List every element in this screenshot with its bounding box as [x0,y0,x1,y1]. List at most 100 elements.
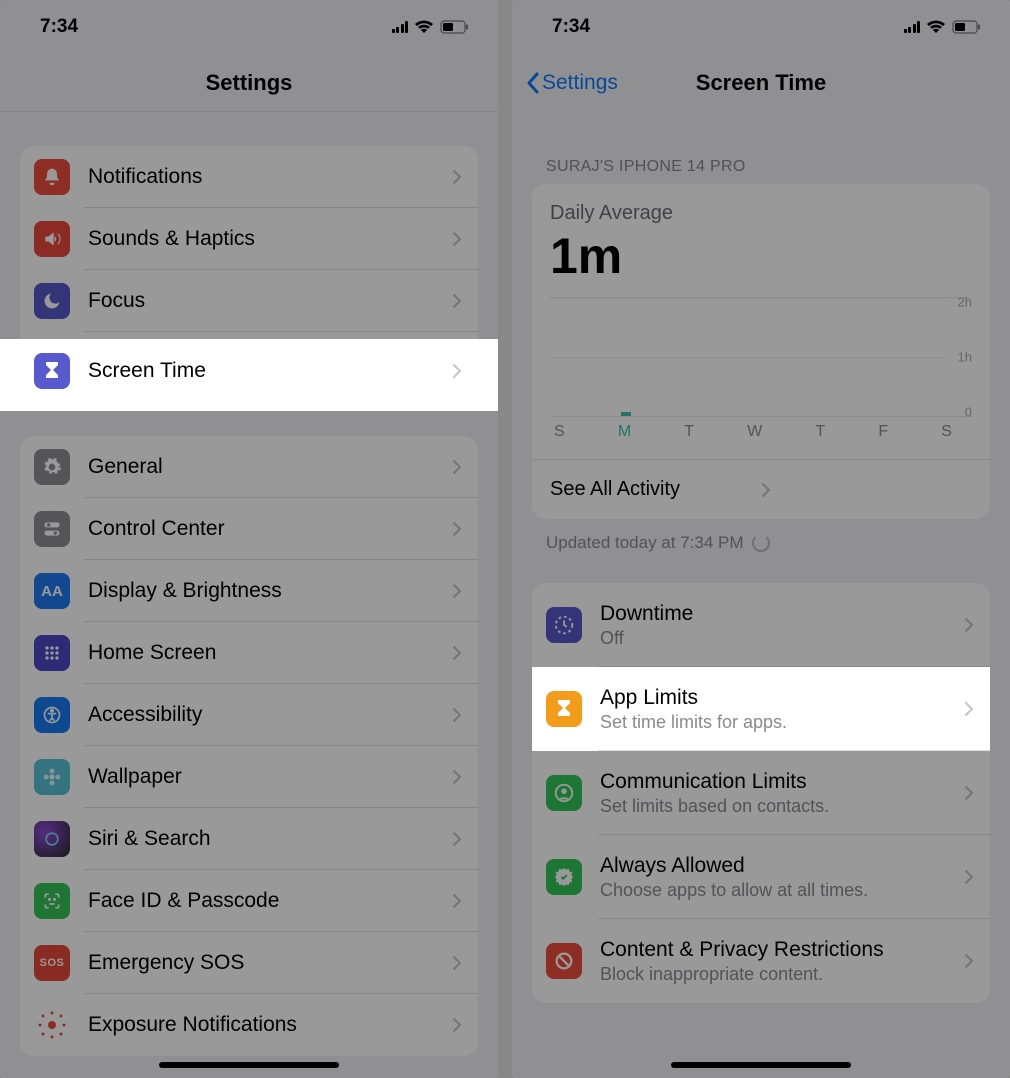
row-sublabel: Block inappropriate content. [600,964,964,985]
signal-icon [392,21,409,33]
status-time: 7:34 [40,16,78,38]
sos-icon: SOS [34,945,70,981]
row-label: Communication Limits [600,770,964,794]
hourglass-icon [34,353,70,389]
bell-icon [34,159,70,195]
signal-icon [904,21,921,33]
page-title: Settings [206,70,293,96]
no-entry-icon [546,943,582,979]
row-label: Sounds & Haptics [88,227,452,251]
row-label: General [88,455,452,479]
chevron-right-icon [761,482,972,498]
back-button[interactable]: Settings [526,71,618,95]
nav-header: Settings Screen Time [512,54,1010,112]
chevron-right-icon [452,583,462,599]
row-sublabel: Choose apps to allow at all times. [600,880,964,901]
day-label: T [684,423,694,441]
back-label: Settings [542,71,618,95]
daily-average-card[interactable]: Daily Average 1m 2h 1h 0 S M T W T F S S… [532,184,990,519]
exposure-icon [34,1007,70,1043]
day-label: T [815,423,825,441]
row-content-restrictions[interactable]: Content & Privacy Restrictions Block ina… [532,919,990,1003]
row-label: Home Screen [88,641,452,665]
daily-average-value: 1m [550,227,972,285]
chevron-right-icon [452,893,462,909]
settings-row-notifications[interactable]: Notifications [20,146,478,208]
settings-row-home-screen[interactable]: Home Screen [20,622,478,684]
check-seal-icon [546,859,582,895]
day-label: S [941,423,952,441]
settings-row-accessibility[interactable]: Accessibility [20,684,478,746]
row-label: Siri & Search [88,827,452,851]
chevron-right-icon [964,953,974,969]
settings-row-sounds[interactable]: Sounds & Haptics [20,208,478,270]
screentime-screen: 7:34 Settings Screen Time SURAJ'S IPHONE… [512,0,1010,1078]
see-all-activity[interactable]: See All Activity [532,459,990,519]
accessibility-icon [34,697,70,733]
chevron-right-icon [964,869,974,885]
row-label: Always Allowed [600,854,964,878]
row-label: Control Center [88,517,452,541]
see-all-label: See All Activity [550,478,761,501]
y-tick: 2h [958,294,972,309]
settings-screen: 7:34 Settings Notifications Soun [0,0,498,1078]
settings-row-general[interactable]: General [20,436,478,498]
usage-chart: 2h 1h 0 [550,297,972,417]
chevron-right-icon [452,831,462,847]
row-label: Accessibility [88,703,452,727]
row-always-allowed[interactable]: Always Allowed Choose apps to allow at a… [532,835,990,919]
status-bar: 7:34 [512,0,1010,54]
chevron-right-icon [964,701,974,717]
home-indicator[interactable] [159,1062,339,1068]
row-label: Content & Privacy Restrictions [600,938,964,962]
settings-row-exposure[interactable]: Exposure Notifications [20,994,478,1056]
settings-group-2: General Control Center AA Display & Brig… [20,436,478,1056]
battery-icon [440,20,470,34]
chevron-right-icon [452,459,462,475]
chevron-right-icon [452,1017,462,1033]
text-size-icon: AA [34,573,70,609]
chevron-right-icon [452,645,462,661]
row-label: Notifications [88,165,452,189]
chevron-right-icon [452,169,462,185]
wifi-icon [926,20,946,34]
chevron-right-icon [452,363,462,379]
settings-row-siri[interactable]: Siri & Search [20,808,478,870]
chevron-right-icon [452,293,462,309]
toggles-icon [34,511,70,547]
settings-row-faceid[interactable]: Face ID & Passcode [20,870,478,932]
chevron-right-icon [964,617,974,633]
chevron-right-icon [452,955,462,971]
row-label: App Limits [600,686,964,710]
row-sublabel: Off [600,628,964,649]
updated-text: Updated today at 7:34 PM [546,533,976,553]
downtime-icon [546,607,582,643]
chevron-right-icon [452,769,462,785]
chevron-right-icon [452,231,462,247]
settings-row-wallpaper[interactable]: Wallpaper [20,746,478,808]
person-circle-icon [546,775,582,811]
day-label: W [747,423,762,441]
settings-row-focus[interactable]: Focus [20,270,478,332]
flower-icon [34,759,70,795]
spinner-icon [752,534,770,552]
row-app-limits[interactable]: App Limits Set time limits for apps. [532,667,990,751]
row-label: Exposure Notifications [88,1013,452,1037]
row-label: Display & Brightness [88,579,452,603]
settings-row-control-center[interactable]: Control Center [20,498,478,560]
hourglass-icon [546,691,582,727]
row-label: Emergency SOS [88,951,452,975]
row-downtime[interactable]: Downtime Off [532,583,990,667]
day-label: M [618,423,631,441]
status-bar: 7:34 [0,0,498,54]
siri-icon [34,821,70,857]
nav-header: Settings [0,54,498,112]
wifi-icon [414,20,434,34]
settings-row-display[interactable]: AA Display & Brightness [20,560,478,622]
home-indicator[interactable] [671,1062,851,1068]
updated-label: Updated today at 7:34 PM [546,533,744,553]
settings-row-sos[interactable]: SOS Emergency SOS [20,932,478,994]
moon-icon [34,283,70,319]
gear-icon [34,449,70,485]
row-communication-limits[interactable]: Communication Limits Set limits based on… [532,751,990,835]
